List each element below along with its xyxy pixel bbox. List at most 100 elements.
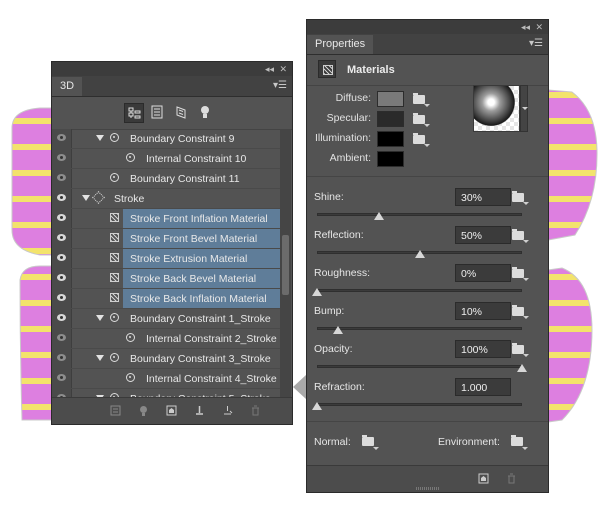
ground-plane-icon[interactable] bbox=[194, 405, 205, 416]
tab-3d[interactable]: 3D bbox=[52, 77, 83, 96]
property-value-field[interactable]: 1.000 bbox=[455, 378, 511, 396]
add-object-icon[interactable] bbox=[478, 473, 489, 484]
panel-menu-icon[interactable]: ▾☰ bbox=[529, 38, 543, 49]
layer-row[interactable]: Boundary Constraint 9 bbox=[52, 129, 280, 149]
slider-track[interactable] bbox=[317, 327, 522, 330]
environment-folder-icon[interactable] bbox=[511, 435, 523, 446]
visibility-toggle[interactable] bbox=[52, 149, 72, 168]
layer-row[interactable]: Stroke Back Inflation Material bbox=[52, 289, 280, 309]
property-value-field[interactable]: 0% bbox=[455, 264, 511, 282]
eye-icon[interactable] bbox=[57, 334, 66, 341]
scrollbar-thumb[interactable] bbox=[282, 235, 289, 295]
slider-knob[interactable] bbox=[312, 288, 322, 296]
scrollbar[interactable] bbox=[280, 129, 291, 398]
texture-folder-icon[interactable] bbox=[512, 229, 524, 240]
add-light-icon[interactable] bbox=[138, 405, 149, 416]
eye-icon[interactable] bbox=[57, 174, 66, 181]
layer-row[interactable]: Stroke bbox=[52, 189, 280, 209]
eye-icon[interactable] bbox=[57, 254, 66, 261]
visibility-toggle[interactable] bbox=[52, 309, 72, 328]
eye-icon[interactable] bbox=[57, 314, 66, 321]
color-swatch[interactable] bbox=[377, 111, 404, 127]
slider-track[interactable] bbox=[317, 289, 522, 292]
eye-icon[interactable] bbox=[57, 354, 66, 361]
visibility-toggle[interactable] bbox=[52, 229, 72, 248]
visibility-toggle[interactable] bbox=[52, 189, 72, 208]
property-value-field[interactable]: 100% bbox=[455, 340, 511, 358]
close-icon[interactable]: ✕ bbox=[535, 21, 543, 33]
slider-track[interactable] bbox=[317, 365, 522, 368]
layer-row[interactable]: Internal Constraint 4_Stroke bbox=[52, 369, 280, 389]
whole-scene-filter-icon[interactable] bbox=[124, 103, 144, 123]
delete-icon[interactable] bbox=[250, 405, 261, 416]
visibility-toggle[interactable] bbox=[52, 129, 72, 148]
texture-folder-icon[interactable] bbox=[512, 267, 524, 278]
visibility-toggle[interactable] bbox=[52, 269, 72, 288]
close-icon[interactable]: ✕ bbox=[279, 63, 287, 75]
eye-icon[interactable] bbox=[57, 134, 66, 141]
add-object-icon[interactable] bbox=[166, 405, 177, 416]
visibility-toggle[interactable] bbox=[52, 349, 72, 368]
eye-icon[interactable] bbox=[57, 294, 66, 301]
texture-folder-icon[interactable] bbox=[512, 191, 524, 202]
layer-row[interactable]: Stroke Front Bevel Material bbox=[52, 229, 280, 249]
render-settings-icon[interactable] bbox=[110, 405, 121, 416]
normal-folder-icon[interactable] bbox=[362, 435, 374, 446]
visibility-toggle[interactable] bbox=[52, 249, 72, 268]
texture-folder-icon[interactable] bbox=[512, 305, 524, 316]
expand-triangle-icon[interactable] bbox=[96, 355, 104, 361]
expand-triangle-icon[interactable] bbox=[96, 315, 104, 321]
visibility-toggle[interactable] bbox=[52, 289, 72, 308]
layer-row[interactable]: Boundary Constraint 1_Stroke bbox=[52, 309, 280, 329]
panel-titlebar[interactable]: ◂◂ ✕ bbox=[307, 20, 548, 34]
layer-row[interactable]: Stroke Extrusion Material bbox=[52, 249, 280, 269]
color-swatch[interactable] bbox=[377, 91, 404, 107]
texture-folder-icon[interactable] bbox=[413, 113, 425, 124]
visibility-toggle[interactable] bbox=[52, 209, 72, 228]
tab-properties[interactable]: Properties bbox=[307, 35, 374, 54]
slider-knob[interactable] bbox=[373, 212, 384, 220]
layer-row[interactable]: Internal Constraint 10 bbox=[52, 149, 280, 169]
layer-row[interactable]: Boundary Constraint 11 bbox=[52, 169, 280, 189]
delete-icon[interactable] bbox=[506, 473, 517, 484]
layer-row[interactable]: Stroke Back Bevel Material bbox=[52, 269, 280, 289]
materials-filter-icon[interactable] bbox=[172, 103, 192, 123]
duplicate-object-icon[interactable] bbox=[222, 405, 233, 416]
eye-icon[interactable] bbox=[57, 214, 66, 221]
color-swatch[interactable] bbox=[377, 131, 404, 147]
material-preview-sphere[interactable] bbox=[473, 85, 520, 132]
eye-icon[interactable] bbox=[57, 234, 66, 241]
texture-folder-icon[interactable] bbox=[413, 133, 425, 144]
texture-folder-icon[interactable] bbox=[512, 343, 524, 354]
slider-knob[interactable] bbox=[332, 326, 343, 334]
eye-icon[interactable] bbox=[57, 274, 66, 281]
collapse-icon[interactable]: ◂◂ bbox=[521, 21, 530, 33]
color-swatch[interactable] bbox=[377, 151, 404, 167]
eye-icon[interactable] bbox=[57, 194, 66, 201]
property-value-field[interactable]: 30% bbox=[455, 188, 511, 206]
meshes-filter-icon[interactable] bbox=[148, 103, 168, 123]
layer-row[interactable]: Boundary Constraint 3_Stroke bbox=[52, 349, 280, 369]
visibility-toggle[interactable] bbox=[52, 169, 72, 188]
property-value-field[interactable]: 10% bbox=[455, 302, 511, 320]
panel-menu-icon[interactable]: ▾☰ bbox=[273, 80, 287, 91]
eye-icon[interactable] bbox=[57, 374, 66, 381]
panel-titlebar[interactable]: ◂◂ ✕ bbox=[52, 62, 292, 76]
resize-grip[interactable] bbox=[415, 487, 440, 490]
texture-folder-icon[interactable] bbox=[413, 93, 425, 104]
expand-triangle-icon[interactable] bbox=[82, 195, 90, 201]
visibility-toggle[interactable] bbox=[52, 369, 72, 388]
layer-row[interactable]: Internal Constraint 2_Stroke bbox=[52, 329, 280, 349]
material-picker-dropdown[interactable] bbox=[520, 85, 528, 132]
layer-row[interactable]: Stroke Front Inflation Material bbox=[52, 209, 280, 229]
slider-knob[interactable] bbox=[517, 364, 527, 372]
visibility-toggle[interactable] bbox=[52, 329, 72, 348]
slider-track[interactable] bbox=[317, 213, 522, 216]
slider-knob[interactable] bbox=[312, 402, 322, 410]
property-value-field[interactable]: 50% bbox=[455, 226, 511, 244]
lights-filter-icon[interactable] bbox=[196, 103, 216, 123]
expand-triangle-icon[interactable] bbox=[96, 135, 104, 141]
collapse-icon[interactable]: ◂◂ bbox=[265, 63, 274, 75]
eye-icon[interactable] bbox=[57, 154, 66, 161]
slider-knob[interactable] bbox=[414, 250, 425, 258]
